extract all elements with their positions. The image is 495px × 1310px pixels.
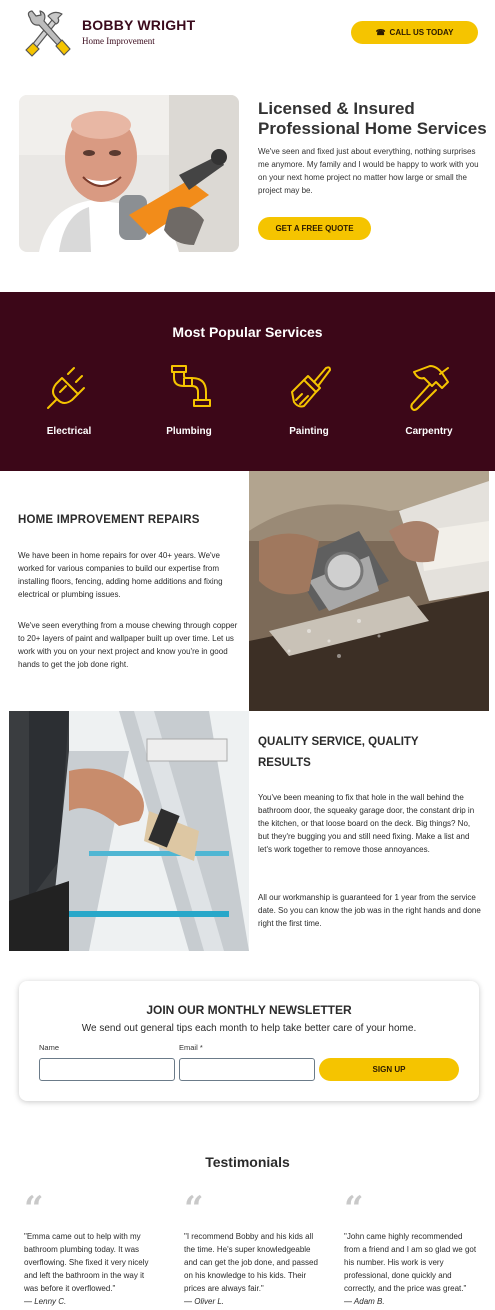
repairs-title: HOME IMPROVEMENT REPAIRS [18, 514, 200, 526]
quality-paragraph-1: You've been meaning to fix that hole in … [258, 793, 475, 854]
hero-title: Licensed & Insured Professional Home Ser… [258, 99, 487, 138]
call-us-button[interactable]: ☎ CALL US TODAY [351, 21, 478, 44]
repairs-paragraph-1: We have been in home repairs for over 40… [18, 551, 223, 599]
free-quote-button[interactable]: GET A FREE QUOTE [258, 217, 371, 240]
service-label-carpentry: Carpentry [405, 426, 453, 437]
name-field[interactable] [39, 1058, 175, 1081]
testimonial-text: "Emma came out to help with my bathroom … [24, 1232, 149, 1293]
service-carpentry[interactable]: Carpentry [379, 362, 479, 437]
testimonial-author: — Lenny C. [24, 1297, 67, 1306]
testimonial-card: “ "Emma came out to help with my bathroo… [24, 1189, 159, 1308]
service-label-painting: Painting [289, 426, 329, 437]
quality-paragraph-2: All our workmanship is guaranteed for 1 … [258, 893, 481, 928]
newsletter-subtitle: We send out general tips each month to h… [81, 1023, 417, 1034]
hammer-icon [410, 365, 449, 411]
sign-up-button[interactable]: SIGN UP [319, 1058, 459, 1081]
quality-title: QUALITY SERVICE, QUALITY RESULTS [258, 736, 419, 769]
service-painting[interactable]: Painting [259, 362, 359, 437]
testimonial-text: "I recommend Bobby and his kids all the … [184, 1232, 318, 1293]
painter-ladder-photo [9, 711, 249, 951]
plug-icon [47, 367, 85, 409]
testimonial-card: “ "John came highly recommended from a f… [344, 1189, 479, 1308]
paintbrush-icon [291, 366, 331, 408]
circular-saw-photo [249, 471, 489, 711]
testimonial-card: “ "I recommend Bobby and his kids all th… [184, 1189, 319, 1308]
repairs-paragraph-2: We've seen everything from a mouse chewi… [18, 621, 238, 669]
quote-icon: “ [344, 1189, 364, 1229]
name-label: Name [39, 1043, 60, 1052]
hero-worker-photo [19, 95, 239, 252]
service-plumbing[interactable]: Plumbing [139, 362, 239, 437]
brand-name[interactable]: BOBBY WRIGHT [82, 17, 195, 33]
testimonial-author: — Adam B. [344, 1297, 385, 1306]
phone-icon: ☎ [375, 28, 386, 37]
services-section: Most Popular Services Electrical Plumbin… [0, 292, 495, 471]
quote-icon: “ [184, 1189, 204, 1229]
service-label-electrical: Electrical [46, 426, 92, 437]
site-header: BOBBY WRIGHT Home Improvement ☎ CALL US … [0, 0, 495, 66]
logo-tools-icon[interactable] [22, 8, 74, 58]
brand-tagline: Home Improvement [82, 36, 155, 46]
service-electrical[interactable]: Electrical [19, 362, 119, 437]
pipe-icon [171, 365, 211, 407]
call-us-label: CALL US TODAY [389, 28, 454, 37]
newsletter-title: JOIN OUR MONTHLY NEWSLETTER [146, 1003, 352, 1017]
testimonials-title: Testimonials [205, 1154, 290, 1170]
hero-text: We've seen and fixed just about everythi… [258, 147, 479, 195]
quote-icon: “ [24, 1189, 44, 1229]
testimonial-author: — Oliver L. [184, 1297, 225, 1306]
email-label: Email * [179, 1043, 203, 1052]
service-label-plumbing: Plumbing [166, 426, 212, 437]
newsletter-card: JOIN OUR MONTHLY NEWSLETTER We send out … [19, 981, 479, 1101]
email-field[interactable] [179, 1058, 315, 1081]
services-title: Most Popular Services [172, 324, 323, 340]
testimonial-text: "John came highly recommended from a fri… [344, 1232, 477, 1293]
